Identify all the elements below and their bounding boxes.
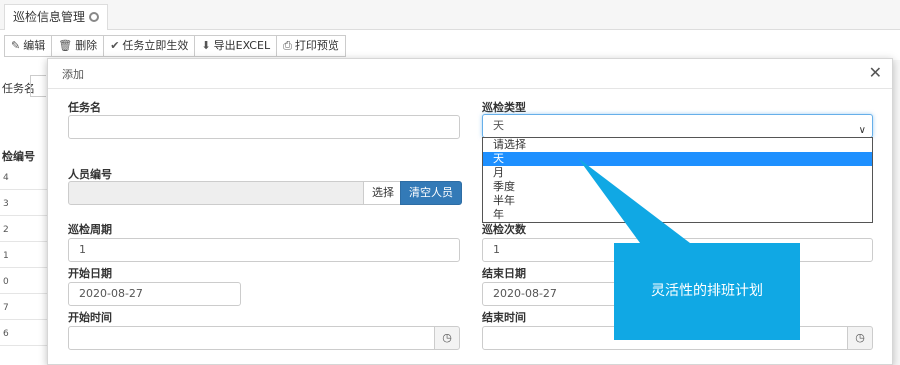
edit-label: 编辑 <box>23 39 46 52</box>
tab-close-icon[interactable] <box>89 12 100 22</box>
start-time-input[interactable] <box>68 326 435 350</box>
export-label: 导出EXCEL <box>213 39 271 52</box>
inspection-type-dropdown: 请选择 天 月 季度 半年 年 <box>482 137 873 223</box>
option-quarter[interactable]: 季度 <box>483 180 872 194</box>
staff-no-input[interactable] <box>68 181 364 205</box>
dialog-header: 添加 ✕ <box>48 59 892 89</box>
download-icon: ⬇ <box>201 39 211 52</box>
dialog-title: 添加 <box>62 68 84 81</box>
activate-button[interactable]: ✔ 任务立即生效 <box>103 35 196 57</box>
delete-label: 删除 <box>75 39 98 52</box>
printer-icon: ⎙ <box>283 39 292 52</box>
inspection-type-select[interactable]: 天 ∨ <box>482 114 873 138</box>
clock-icon[interactable]: ◷ <box>847 326 873 350</box>
start-time-label: 开始时间 <box>68 311 112 324</box>
bg-code-header: 检编号 <box>2 150 35 163</box>
option-day[interactable]: 天 <box>483 152 872 166</box>
table-row[interactable]: 7 <box>0 296 48 320</box>
tab-label: 巡检信息管理 <box>13 10 86 24</box>
end-time-label: 结束时间 <box>482 311 526 324</box>
end-date-label: 结束日期 <box>482 267 526 280</box>
start-date-input[interactable]: 2020-08-27 <box>68 282 241 306</box>
table-row[interactable]: 0 <box>0 270 48 294</box>
pencil-icon: ✎ <box>11 39 21 52</box>
table-row[interactable]: 3 <box>0 192 48 216</box>
period-input[interactable]: 1 <box>68 238 460 262</box>
task-name-label: 任务名 <box>68 101 101 114</box>
print-label: 打印预览 <box>294 39 339 52</box>
toolbar: ✎ 编辑 🗑 删除 ✔ 任务立即生效 ⬇ 导出EXCEL ⎙ 打印预览 <box>4 35 346 57</box>
count-label: 巡检次数 <box>482 223 526 236</box>
select-staff-button[interactable]: 选择 <box>363 181 403 205</box>
callout-box: 灵活性的排班计划 <box>614 243 800 340</box>
period-label: 巡检周期 <box>68 223 112 236</box>
clear-staff-button[interactable]: 清空人员 <box>400 181 462 205</box>
table-row[interactable]: 2 <box>0 218 48 242</box>
table-row[interactable]: 4 <box>0 166 48 190</box>
edit-button[interactable]: ✎ 编辑 <box>4 35 53 57</box>
clock-icon[interactable]: ◷ <box>434 326 460 350</box>
print-preview-button[interactable]: ⎙ 打印预览 <box>276 35 346 57</box>
table-row[interactable]: 6 <box>0 322 48 346</box>
table-row[interactable]: 1 <box>0 244 48 268</box>
bg-task-input[interactable] <box>30 75 46 97</box>
tab-bar: 巡检信息管理 <box>0 0 900 30</box>
start-date-label: 开始日期 <box>68 267 112 280</box>
task-name-input[interactable] <box>68 115 460 139</box>
option-year[interactable]: 年 <box>483 208 872 222</box>
option-month[interactable]: 月 <box>483 166 872 180</box>
inspection-type-value: 天 <box>493 119 504 132</box>
staff-no-label: 人员编号 <box>68 168 112 181</box>
delete-button[interactable]: 🗑 删除 <box>51 35 105 57</box>
option-half-year[interactable]: 半年 <box>483 194 872 208</box>
option-please-select[interactable]: 请选择 <box>483 138 872 152</box>
callout-text: 灵活性的排班计划 <box>651 283 763 299</box>
check-icon: ✔ <box>110 39 120 52</box>
tab-inspection-management[interactable]: 巡检信息管理 <box>4 4 109 30</box>
inspection-type-label: 巡检类型 <box>482 101 526 114</box>
export-excel-button[interactable]: ⬇ 导出EXCEL <box>194 35 278 57</box>
activate-label: 任务立即生效 <box>122 39 189 52</box>
trash-icon: 🗑 <box>58 39 73 52</box>
close-icon[interactable]: ✕ <box>869 65 882 81</box>
